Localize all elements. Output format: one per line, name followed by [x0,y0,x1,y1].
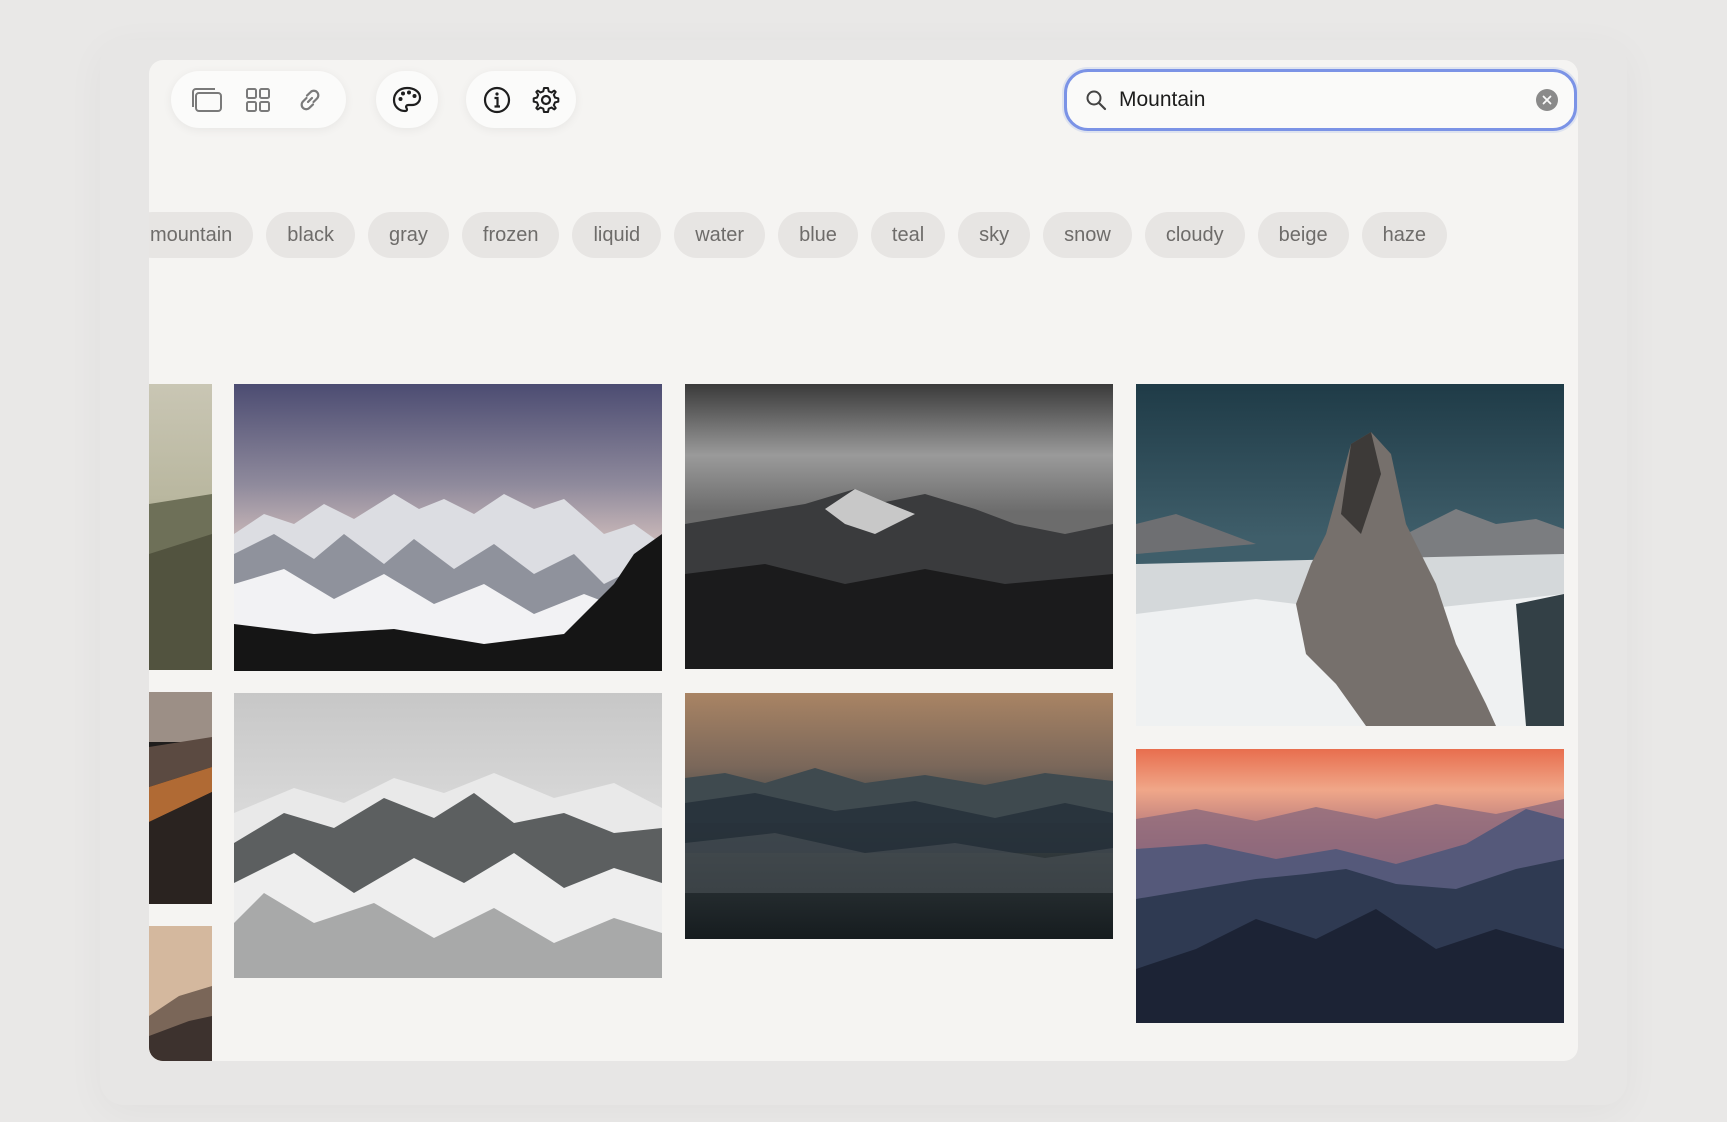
search-icon [1083,87,1109,113]
tag-chip[interactable]: blue [778,212,858,258]
view-toolbar-group [171,71,346,128]
orange-haze-cloud-sea-photo[interactable] [685,693,1113,939]
app-window: mountain black gray frozen liquid water … [149,60,1578,1061]
tag-chip[interactable]: liquid [572,212,662,258]
rocky-spire-above-clouds-photo[interactable] [1136,384,1564,726]
snowy-alps-dusk-photo[interactable] [234,384,662,671]
close-icon [1542,95,1552,105]
palette-toolbar-group [376,71,438,128]
tag-chip[interactable]: water [674,212,766,258]
tag-chip[interactable]: frozen [461,212,560,258]
dark-cloudy-peak-photo[interactable] [685,384,1113,669]
tag-chip[interactable]: black [266,212,355,258]
tag-chip[interactable]: sky [958,212,1031,258]
info-button[interactable] [475,78,519,122]
palette-icon [392,86,422,112]
search-bar [1064,69,1577,131]
palette-button[interactable] [385,78,429,122]
clear-search-button[interactable] [1536,89,1558,111]
info-toolbar-group [466,71,576,128]
settings-button[interactable] [524,78,568,122]
gear-icon [532,86,559,113]
tag-chip[interactable]: teal [870,212,946,258]
tag-chip[interactable]: haze [1361,212,1447,258]
info-icon [483,86,510,113]
tag-chip[interactable]: beige [1257,212,1349,258]
tag-chip[interactable]: cloudy [1144,212,1245,258]
tag-chip[interactable]: gray [367,212,449,258]
snow-covered-ridge-photo[interactable] [234,693,662,978]
partial-beige-peak-photo[interactable] [149,926,212,1061]
link-button[interactable] [288,78,332,122]
tag-chip[interactable]: mountain [149,212,254,258]
tag-filter-row: mountain black gray frozen liquid water … [149,212,1578,258]
grid-view-button[interactable] [236,78,280,122]
link-icon [300,89,320,110]
stack-view-button[interactable] [185,78,229,122]
sunset-blue-mountain-range-photo[interactable] [1136,749,1564,1023]
partial-orange-ridge-photo[interactable] [149,692,212,904]
partial-green-hillside-photo[interactable] [149,384,212,670]
tag-chip[interactable]: snow [1043,212,1132,258]
grid-icon [246,87,271,112]
search-input[interactable] [1119,80,1536,120]
stack-icon [191,87,222,112]
